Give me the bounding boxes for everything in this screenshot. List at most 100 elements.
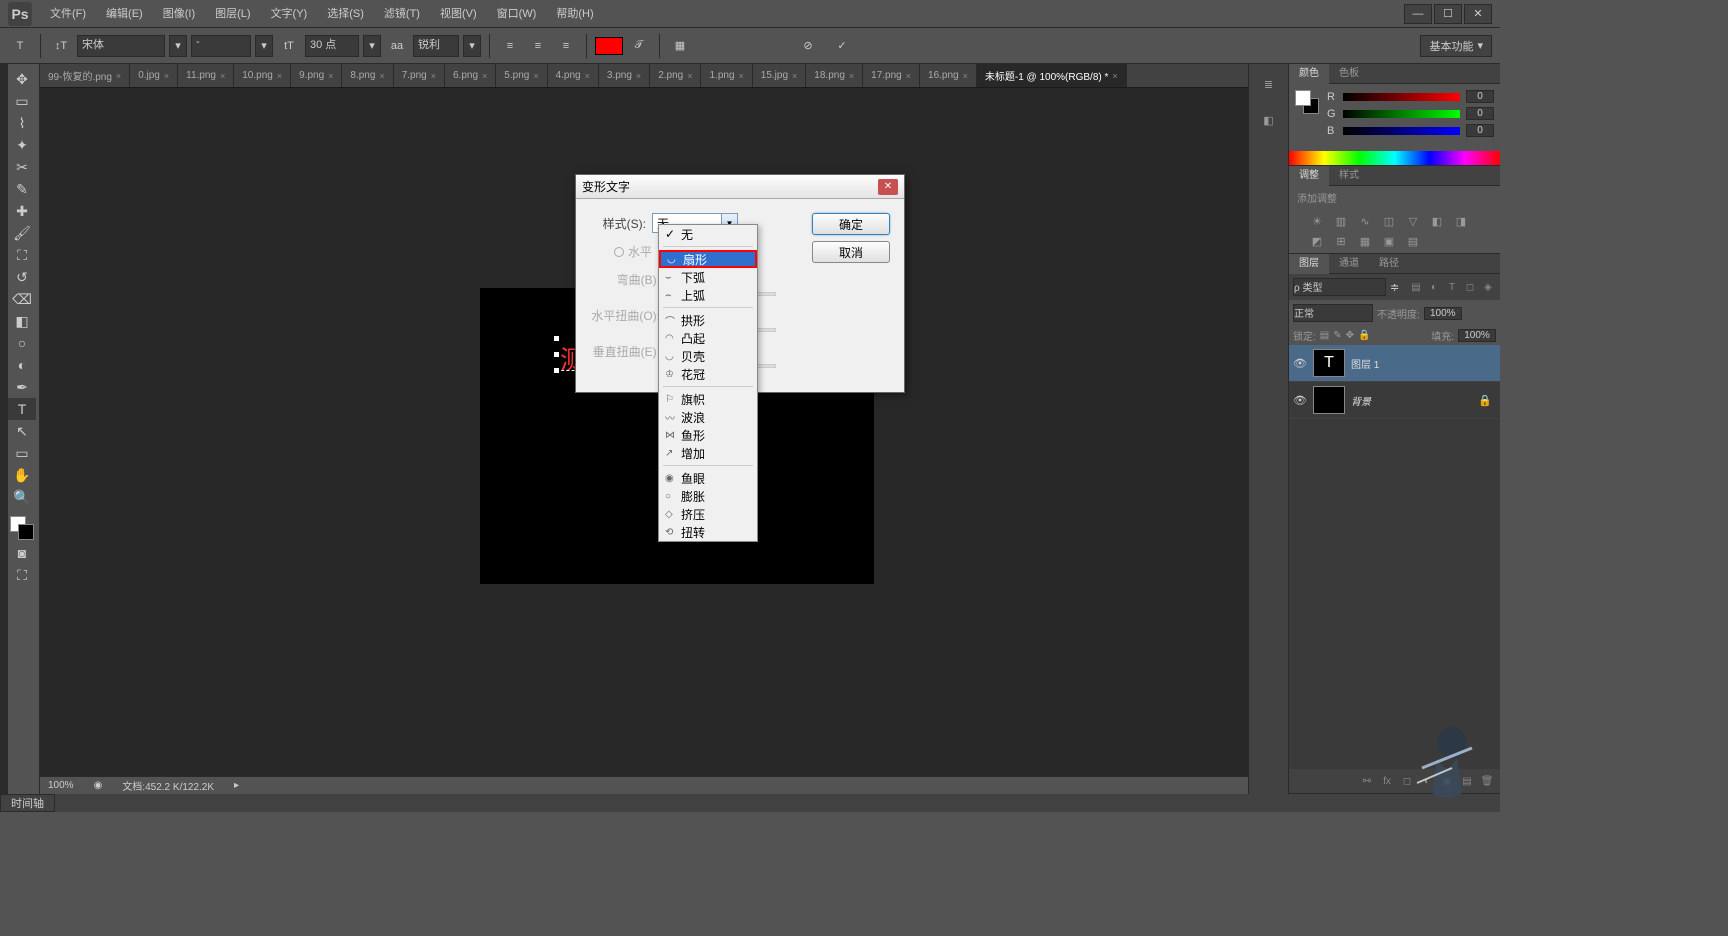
- adj-exposure-icon[interactable]: ◫: [1379, 213, 1399, 229]
- close-icon[interactable]: ×: [379, 71, 384, 81]
- adj-levels-icon[interactable]: ▥: [1331, 213, 1351, 229]
- font-family-dropdown[interactable]: ▾: [169, 35, 187, 57]
- font-family-select[interactable]: 宋体: [77, 35, 165, 57]
- close-icon[interactable]: ×: [739, 71, 744, 81]
- dropdown-item[interactable]: ⋈鱼形: [659, 426, 757, 444]
- zoom-tool[interactable]: 🔍: [8, 486, 36, 508]
- crop-tool[interactable]: ✂: [8, 156, 36, 178]
- workspace-switcher[interactable]: 基本功能▾: [1420, 35, 1492, 57]
- adj-more-icon[interactable]: ▤: [1403, 233, 1423, 249]
- window-maximize[interactable]: ☐: [1434, 4, 1462, 24]
- font-style-select[interactable]: -: [191, 35, 251, 57]
- tab-adjustments[interactable]: 调整: [1289, 166, 1329, 186]
- doc-tab[interactable]: 1.png×: [701, 64, 752, 88]
- text-color-swatch[interactable]: [595, 37, 623, 55]
- align-right-icon[interactable]: ≡: [554, 34, 578, 58]
- doc-tab[interactable]: 7.png×: [394, 64, 445, 88]
- adj-bw-icon[interactable]: ◨: [1451, 213, 1471, 229]
- doc-tab[interactable]: 99-恢复的.png×: [40, 64, 130, 88]
- warp-text-icon[interactable]: 𝒯: [627, 34, 651, 58]
- dropdown-item[interactable]: ⌒拱形: [659, 311, 757, 329]
- close-icon[interactable]: ×: [585, 71, 590, 81]
- path-select-tool[interactable]: ↖: [8, 420, 36, 442]
- doc-tab[interactable]: 3.png×: [599, 64, 650, 88]
- g-slider[interactable]: [1343, 110, 1460, 118]
- dropdown-item[interactable]: ♔花冠: [659, 365, 757, 383]
- menu-layer[interactable]: 图层(L): [205, 0, 260, 28]
- close-icon[interactable]: ×: [482, 71, 487, 81]
- doc-tab[interactable]: 未标题-1 @ 100%(RGB/8) *×: [977, 64, 1127, 88]
- adj-hue-icon[interactable]: ◧: [1427, 213, 1447, 229]
- ok-button[interactable]: 确定: [812, 213, 890, 235]
- tab-paths[interactable]: 路径: [1369, 254, 1409, 274]
- adj-lookup-icon[interactable]: ▦: [1355, 233, 1375, 249]
- close-icon[interactable]: ×: [533, 71, 538, 81]
- history-icon[interactable]: ≣: [1257, 72, 1281, 96]
- wand-tool[interactable]: ✦: [8, 134, 36, 156]
- dialog-titlebar[interactable]: 变形文字 ✕: [576, 175, 904, 199]
- commit-edit-icon[interactable]: ✓: [830, 34, 854, 58]
- panel-fgbg[interactable]: [1295, 90, 1321, 116]
- doc-tab[interactable]: 6.png×: [445, 64, 496, 88]
- menu-view[interactable]: 视图(V): [430, 0, 487, 28]
- menu-filter[interactable]: 滤镜(T): [374, 0, 430, 28]
- close-icon[interactable]: ×: [963, 71, 968, 81]
- adj-photo-filter-icon[interactable]: ◩: [1307, 233, 1327, 249]
- brush-tool[interactable]: 🖌: [8, 222, 36, 244]
- tab-styles[interactable]: 样式: [1329, 166, 1369, 186]
- menu-help[interactable]: 帮助(H): [546, 0, 603, 28]
- align-center-icon[interactable]: ≡: [526, 34, 550, 58]
- menu-select[interactable]: 选择(S): [317, 0, 374, 28]
- dropdown-item[interactable]: ✓无: [659, 225, 757, 243]
- zoom-icon[interactable]: ◉: [94, 780, 103, 791]
- dropdown-item[interactable]: ⟲扭转: [659, 523, 757, 541]
- font-size-select[interactable]: 30 点: [305, 35, 359, 57]
- cancel-edit-icon[interactable]: ⊘: [796, 34, 820, 58]
- adj-channel-mixer-icon[interactable]: ⊞: [1331, 233, 1351, 249]
- doc-tab[interactable]: 18.png×: [806, 64, 863, 88]
- filter-type-icon[interactable]: T: [1444, 279, 1460, 295]
- char-panel-icon[interactable]: ▦: [668, 34, 692, 58]
- doc-tab[interactable]: 2.png×: [650, 64, 701, 88]
- lock-pos-icon[interactable]: ✎: [1333, 330, 1341, 341]
- layer-kind-filter[interactable]: ρ 类型: [1293, 278, 1386, 296]
- doc-tab[interactable]: 11.png×: [178, 64, 234, 88]
- link-layers-icon[interactable]: ⚯: [1358, 773, 1376, 789]
- lock-move-icon[interactable]: ✥: [1346, 330, 1354, 341]
- filter-pixel-icon[interactable]: ▤: [1408, 279, 1424, 295]
- aa-dropdown[interactable]: ▾: [463, 35, 481, 57]
- history-brush-tool[interactable]: ↺: [8, 266, 36, 288]
- close-icon[interactable]: ×: [164, 71, 169, 81]
- doc-tab[interactable]: 10.png×: [234, 64, 291, 88]
- filter-adjust-icon[interactable]: ◐: [1426, 279, 1442, 295]
- lock-pixels-icon[interactable]: ▤: [1320, 330, 1329, 341]
- dropdown-item[interactable]: ◡贝壳: [659, 347, 757, 365]
- close-icon[interactable]: ×: [116, 71, 121, 81]
- close-icon[interactable]: ×: [1112, 71, 1117, 81]
- font-size-dropdown[interactable]: ▾: [363, 35, 381, 57]
- stamp-tool[interactable]: ⛶: [8, 244, 36, 266]
- adj-vibrance-icon[interactable]: ▽: [1403, 213, 1423, 229]
- dropdown-item[interactable]: 〰波浪: [659, 408, 757, 426]
- window-minimize[interactable]: —: [1404, 4, 1432, 24]
- window-close[interactable]: ✕: [1464, 4, 1492, 24]
- dropdown-item[interactable]: ⚐旗帜: [659, 390, 757, 408]
- r-value[interactable]: 0: [1466, 90, 1494, 103]
- close-icon[interactable]: ×: [220, 71, 225, 81]
- adj-brightness-icon[interactable]: ☀: [1307, 213, 1327, 229]
- doc-tab[interactable]: 0.jpg×: [130, 64, 178, 88]
- color-picker[interactable]: [8, 514, 39, 542]
- eraser-tool[interactable]: ⌫: [8, 288, 36, 310]
- pen-tool[interactable]: ✒: [8, 376, 36, 398]
- adj-invert-icon[interactable]: ▣: [1379, 233, 1399, 249]
- screenmode-tool[interactable]: ⛶: [8, 564, 36, 586]
- dropdown-item[interactable]: ○膨胀: [659, 487, 757, 505]
- dropdown-item[interactable]: ◇挤压: [659, 505, 757, 523]
- align-left-icon[interactable]: ≡: [498, 34, 522, 58]
- close-icon[interactable]: ×: [431, 71, 436, 81]
- menu-window[interactable]: 窗口(W): [487, 0, 547, 28]
- fx-icon[interactable]: fx: [1378, 773, 1396, 789]
- quickmask-tool[interactable]: ◙: [8, 542, 36, 564]
- close-icon[interactable]: ×: [849, 71, 854, 81]
- tab-swatches[interactable]: 色板: [1329, 64, 1369, 84]
